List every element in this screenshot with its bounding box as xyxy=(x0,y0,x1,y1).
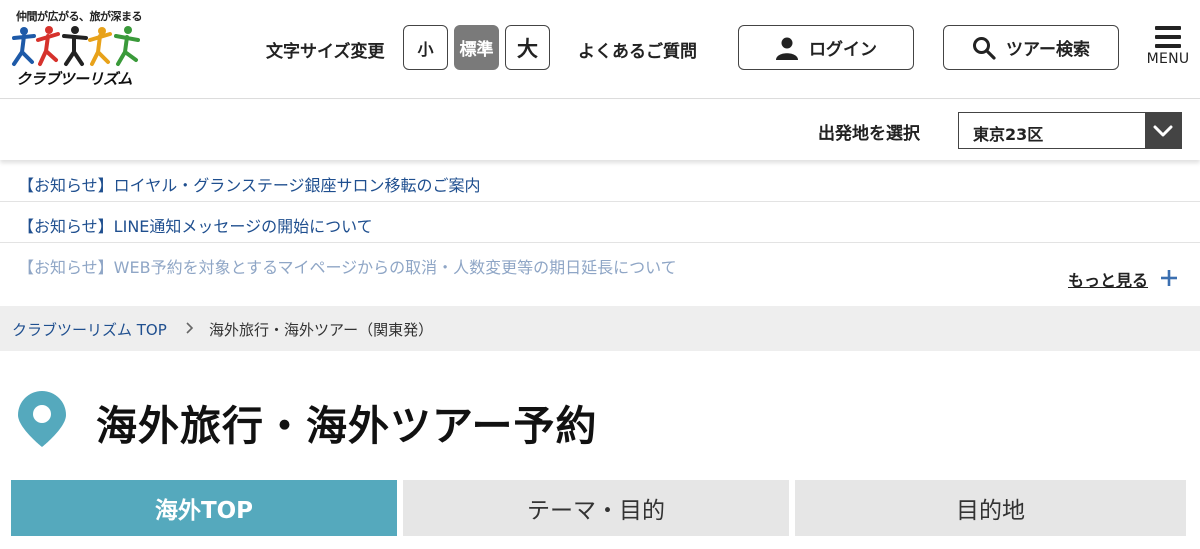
user-icon xyxy=(776,37,798,60)
font-size-large-button[interactable]: 大 xyxy=(505,25,550,70)
login-button[interactable]: ログイン xyxy=(738,25,914,70)
site-logo[interactable]: 仲間が広がる、旅が深まる クラブツーリズム xyxy=(10,6,150,92)
font-size-standard-button[interactable]: 標準 xyxy=(454,25,499,70)
hamburger-icon xyxy=(1155,26,1181,53)
tab-theme-purpose[interactable]: テーマ・目的 xyxy=(403,480,789,536)
news-item: 【お知らせ】WEB予約を対象とするマイページからの取消・人数変更等の期日延長につ… xyxy=(0,244,1200,284)
tab-destination[interactable]: 目的地 xyxy=(795,480,1186,536)
faq-link[interactable]: よくあるご質問 xyxy=(578,37,697,62)
site-header: 仲間が広がる、旅が深まる クラブツーリズム 文字サイズ変更 小 標準 大 よくあ… xyxy=(0,0,1200,99)
menu-button[interactable]: MENU xyxy=(1143,26,1193,74)
search-icon xyxy=(973,36,996,60)
departure-select[interactable]: 東京23区 xyxy=(958,112,1182,149)
news-link[interactable]: 【お知らせ】WEB予約を対象とするマイページからの取消・人数変更等の期日延長につ… xyxy=(18,254,677,278)
chevron-right-icon xyxy=(186,322,194,334)
breadcrumb-home-link[interactable]: クラブツーリズム TOP xyxy=(12,319,167,340)
plus-icon[interactable] xyxy=(1159,268,1179,288)
departure-selected-value: 東京23区 xyxy=(973,125,1044,144)
location-pin-icon xyxy=(18,391,66,447)
logo-tagline: 仲間が広がる、旅が深まる xyxy=(16,10,143,23)
news-link[interactable]: 【お知らせ】LINE通知メッセージの開始について xyxy=(18,213,373,237)
page-title: 海外旅行・海外ツアー予約 xyxy=(96,402,598,450)
news-link[interactable]: 【お知らせ】ロイヤル・グランステージ銀座サロン移転のご案内 xyxy=(18,172,481,196)
login-label: ログイン xyxy=(809,40,877,59)
logo-brand-name: クラブツーリズム xyxy=(16,70,133,88)
font-size-small-button[interactable]: 小 xyxy=(403,25,448,70)
breadcrumb-current: 海外旅行・海外ツアー（関東発） xyxy=(209,321,434,339)
breadcrumb: クラブツーリズム TOP 海外旅行・海外ツアー（関東発） xyxy=(0,306,1200,351)
tour-search-button[interactable]: ツアー検索 xyxy=(943,25,1119,70)
chevron-down-icon xyxy=(1145,113,1181,148)
more-news-link[interactable]: もっと見る xyxy=(1068,267,1148,291)
tour-search-label: ツアー検索 xyxy=(1006,40,1090,59)
font-size-label: 文字サイズ変更 xyxy=(266,42,385,62)
logo-figures-icon xyxy=(12,26,140,66)
menu-label: MENU xyxy=(1146,51,1190,67)
news-item: 【お知らせ】LINE通知メッセージの開始について xyxy=(0,203,1200,243)
departure-label: 出発地を選択 xyxy=(818,124,920,144)
news-item: 【お知らせ】ロイヤル・グランステージ銀座サロン移転のご案内 xyxy=(0,162,1200,202)
departure-bar: 出発地を選択 東京23区 xyxy=(0,100,1200,160)
tab-overseas-top[interactable]: 海外TOP xyxy=(11,480,397,536)
